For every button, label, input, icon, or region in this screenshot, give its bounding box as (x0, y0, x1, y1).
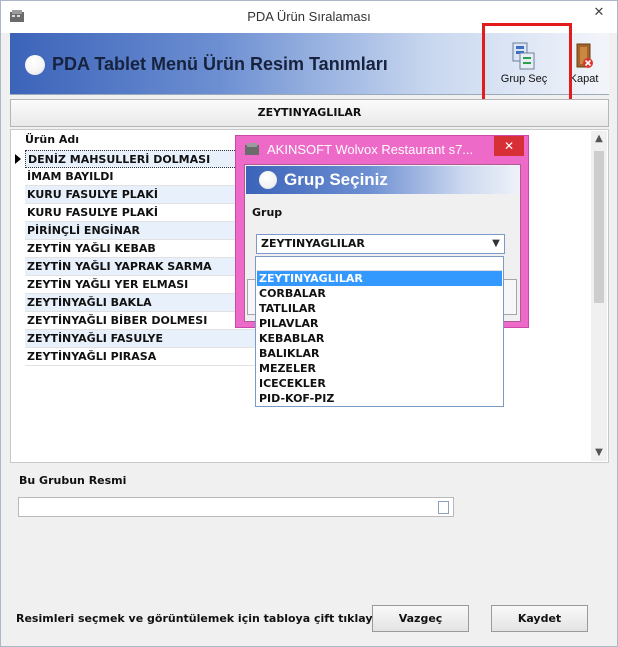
group-label: Grup (252, 206, 283, 219)
save-button[interactable]: Kaydet (491, 605, 588, 632)
page-title: PDA Tablet Menü Ürün Resim Tanımları (52, 54, 388, 74)
group-combobox-value: ZEYTINYAGLILAR (261, 237, 365, 250)
table-row[interactable]: İMAM BAYILDI (25, 168, 263, 186)
dialog-close-icon[interactable]: ✕ (494, 136, 524, 156)
table-row[interactable]: KURU FASULYE PLAKİ (25, 204, 263, 222)
table-row[interactable]: ZEYTİNYAĞLI BİBER DOLMESI (25, 312, 263, 330)
table-row[interactable]: ZEYTİNYAĞLI FASULYE (25, 330, 263, 348)
dialog-app-icon (245, 143, 259, 155)
dialog-banner: Grup Seçiniz (246, 166, 519, 194)
group-dropdown-list[interactable]: ZEYTINYAGLILAR CORBALAR TATLILAR PILAVLA… (255, 256, 504, 407)
grid-scrollbar[interactable]: ▲ ▼ (591, 131, 607, 461)
dropdown-option[interactable]: BALIKLAR (257, 346, 502, 361)
dropdown-option[interactable]: PID-KOF-PIZ (257, 391, 502, 406)
dropdown-option[interactable]: CORBALAR (257, 286, 502, 301)
dropdown-search-field[interactable] (257, 258, 502, 271)
table-row[interactable]: ZEYTİNYAĞLI PIRASA (25, 348, 263, 366)
exit-door-icon (576, 43, 593, 68)
table-row[interactable]: ZEYTİN YAĞLI YAPRAK SARMA (25, 258, 263, 276)
dialog-banner-circle-icon (259, 171, 277, 189)
dialog-title-bar: AKINSOFT Wolvox Restaurant s7... (236, 136, 528, 162)
dropdown-option[interactable]: TATLILAR (257, 301, 502, 316)
group-header: ZEYTINYAGLILAR (10, 99, 609, 127)
scroll-down-icon[interactable]: ▼ (591, 445, 607, 461)
dialog-title: AKINSOFT Wolvox Restaurant s7... (267, 142, 474, 157)
column-header-product-name[interactable]: Ürün Adı (25, 133, 79, 146)
chevron-down-icon[interactable]: ▼ (488, 235, 504, 253)
window-title: PDA Ürün Sıralaması (247, 9, 371, 24)
table-row[interactable]: DENİZ MAHSULLERİ DOLMASI (25, 150, 263, 168)
table-row[interactable]: KURU FASULYE PLAKİ (25, 186, 263, 204)
dropdown-option[interactable]: PILAVLAR (257, 316, 502, 331)
hint-text: Resimleri seçmek ve görüntülemek için ta… (16, 612, 399, 625)
group-image-label: Bu Grubun Resmi (19, 474, 127, 487)
table-row[interactable]: PİRİNÇLİ ENGİNAR (25, 222, 263, 240)
dropdown-option[interactable]: MEZELER (257, 361, 502, 376)
dropdown-option[interactable]: KEBABLAR (257, 331, 502, 346)
dropdown-option[interactable]: ZEYTINYAGLILAR (257, 271, 502, 286)
close-window-icon[interactable]: ✕ (589, 3, 609, 23)
table-row[interactable]: ZEYTİN YAĞLI KEBAB (25, 240, 263, 258)
table-row[interactable]: ZEYTİN YAĞLI YER ELMASI (25, 276, 263, 294)
row-indicator-icon (15, 154, 21, 164)
scroll-up-icon[interactable]: ▲ (591, 131, 607, 147)
banner-circle-icon (25, 55, 45, 75)
cancel-button[interactable]: Vazgeç (372, 605, 469, 632)
file-icon[interactable] (438, 501, 449, 514)
dropdown-option[interactable]: ICECEKLER (257, 376, 502, 391)
dialog-heading: Grup Seçiniz (284, 170, 388, 189)
group-combobox[interactable]: ZEYTINYAGLILAR ▼ (256, 234, 505, 254)
scroll-thumb[interactable] (594, 151, 604, 303)
group-image-field[interactable] (18, 497, 454, 517)
table-row[interactable]: ZEYTİNYAĞLI BAKLA (25, 294, 263, 312)
